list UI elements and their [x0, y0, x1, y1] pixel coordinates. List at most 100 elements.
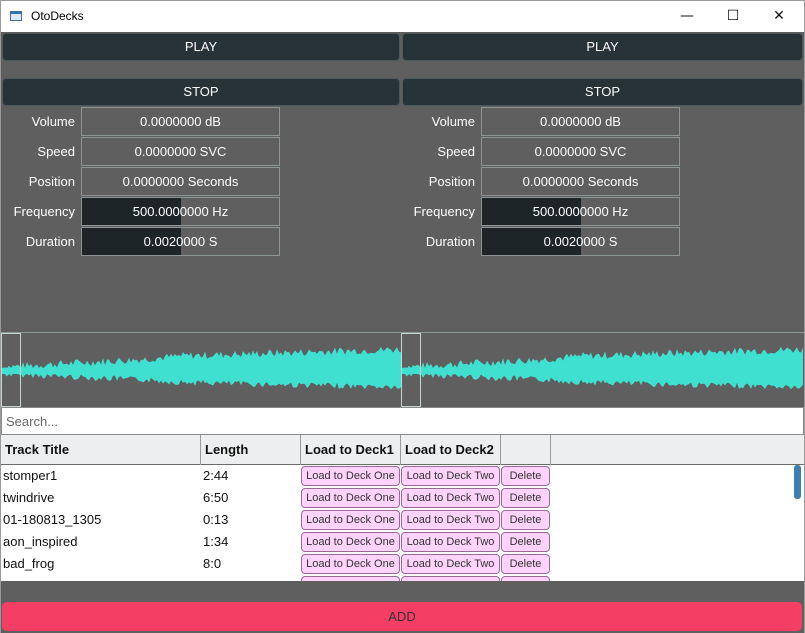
deck-two-frequency-row: Frequency 500.0000000 Hz [401, 197, 681, 227]
delete-button[interactable]: Delete [501, 488, 550, 508]
load-deck-one-button[interactable]: Load to Deck One [301, 532, 400, 552]
frequency-value: 500.0000000 Hz [132, 204, 229, 219]
deck-one-speed-row: Speed 0.0000000 SVC [1, 137, 281, 167]
load-deck-one-button[interactable]: Load to Deck One [301, 466, 400, 486]
track-title: twindrive [3, 490, 55, 505]
deck-one-stop-button[interactable]: STOP [2, 78, 400, 106]
table-scrollbar[interactable] [791, 465, 804, 581]
column-header-length[interactable]: Length [201, 435, 301, 465]
scrollbar-thumb[interactable] [794, 465, 801, 499]
table-row[interactable]: bad_frog 8:0 Load to Deck One Load to De… [1, 553, 791, 575]
speed-value: 0.0000000 SVC [134, 144, 227, 159]
maximize-button[interactable]: ☐ [710, 1, 756, 32]
duration-label: Duration [25, 234, 75, 249]
frequency-value: 500.0000000 Hz [532, 204, 629, 219]
volume-label: Volume [31, 114, 75, 129]
delete-button[interactable]: Delete [501, 532, 550, 552]
app-window: OtoDecks — ☐ ✕ PLAY STOP Volume 0.000000… [0, 0, 805, 633]
load-deck-two-button[interactable]: Load to Deck Two [401, 510, 500, 530]
position-label: Position [28, 174, 75, 189]
delete-button[interactable]: Delete [501, 466, 550, 486]
volume-label: Volume [431, 114, 475, 129]
deck-one-frequency-row: Frequency 500.0000000 Hz [1, 197, 281, 227]
title-bar: OtoDecks — ☐ ✕ [1, 1, 804, 32]
load-deck-two-button[interactable]: Load to Deck Two [401, 532, 500, 552]
duration-value: 0.0020000 S [143, 234, 218, 249]
deck-one-frequency-slider[interactable]: 500.0000000 Hz [81, 197, 280, 226]
column-header-delete[interactable] [501, 435, 551, 465]
delete-button[interactable]: Delete [501, 554, 550, 574]
load-deck-two-button[interactable]: Load to Deck Two [401, 554, 500, 574]
deck-two: PLAY STOP Volume 0.0000000 dB Speed 0.00… [401, 32, 804, 407]
deck-two-duration-row: Duration 0.0020000 S [401, 227, 681, 257]
delete-button[interactable]: Delete [501, 510, 550, 530]
close-button[interactable]: ✕ [756, 1, 802, 32]
frequency-label: Frequency [13, 204, 75, 219]
deck-two-position-row: Position 0.0000000 Seconds [401, 167, 681, 197]
add-button[interactable]: ADD [2, 602, 802, 631]
duration-value: 0.0020000 S [543, 234, 618, 249]
frequency-label: Frequency [413, 204, 475, 219]
deck-one: PLAY STOP Volume 0.0000000 dB Speed 0.00… [1, 32, 401, 407]
table-row[interactable]: aon_inspired 1:34 Load to Deck One Load … [1, 531, 791, 553]
app-icon [10, 11, 22, 21]
deck-one-volume-slider[interactable]: 0.0000000 dB [81, 107, 280, 136]
search-input[interactable] [2, 408, 803, 434]
deck-one-waveform[interactable] [1, 332, 401, 407]
deck-one-position-slider[interactable]: 0.0000000 Seconds [81, 167, 280, 196]
track-title: bad_frog [3, 556, 55, 571]
column-header-load-deck1[interactable]: Load to Deck1 [301, 435, 401, 465]
speed-label: Speed [437, 144, 475, 159]
deck-two-playhead[interactable] [401, 333, 421, 407]
table-row[interactable]: twindrive 6:50 Load to Deck One Load to … [1, 487, 791, 509]
track-title: 01-180813_1305 [3, 512, 102, 527]
position-value: 0.0000000 Seconds [522, 174, 639, 189]
position-label: Position [428, 174, 475, 189]
deck-two-waveform[interactable] [401, 332, 804, 407]
speed-label: Speed [37, 144, 75, 159]
track-length: 2:44 [203, 468, 229, 483]
deck-two-volume-row: Volume 0.0000000 dB [401, 107, 681, 137]
deck-one-speed-slider[interactable]: 0.0000000 SVC [81, 137, 280, 166]
deck-two-speed-slider[interactable]: 0.0000000 SVC [481, 137, 680, 166]
deck-two-play-button[interactable]: PLAY [402, 33, 803, 61]
table-body: stomper1 2:44 Load to Deck One Load to D… [1, 465, 791, 581]
window-title: OtoDecks [31, 9, 84, 23]
column-header-load-deck2[interactable]: Load to Deck2 [401, 435, 501, 465]
load-deck-two-button[interactable]: Load to Deck Two [401, 466, 500, 486]
waveform-graphic [1, 346, 401, 390]
deck-one-duration-slider[interactable]: 0.0020000 S [81, 227, 280, 256]
deck-two-position-slider[interactable]: 0.0000000 Seconds [481, 167, 680, 196]
load-deck-one-button[interactable]: Load to Deck One [301, 488, 400, 508]
deck-one-playhead[interactable] [1, 333, 21, 407]
speed-value: 0.0000000 SVC [534, 144, 627, 159]
deck-one-volume-row: Volume 0.0000000 dB [1, 107, 281, 137]
deck-two-frequency-slider[interactable]: 500.0000000 Hz [481, 197, 680, 226]
deck-one-duration-row: Duration 0.0020000 S [1, 227, 281, 257]
volume-value: 0.0000000 dB [540, 114, 621, 129]
deck-two-stop-button[interactable]: STOP [402, 78, 803, 106]
deck-two-duration-slider[interactable]: 0.0020000 S [481, 227, 680, 256]
volume-value: 0.0000000 dB [140, 114, 221, 129]
deck-two-volume-slider[interactable]: 0.0000000 dB [481, 107, 680, 136]
search-bar [1, 407, 804, 435]
track-title: stomper1 [3, 468, 58, 483]
playlist-table: Track Title Length Load to Deck1 Load to… [1, 435, 804, 581]
add-bar: ADD [1, 581, 804, 633]
table-header: Track Title Length Load to Deck1 Load to… [1, 435, 804, 465]
table-row[interactable]: stomper1 2:44 Load to Deck One Load to D… [1, 465, 791, 487]
column-header-track-title[interactable]: Track Title [1, 435, 201, 465]
track-length: 6:50 [203, 490, 229, 505]
minimize-button[interactable]: — [664, 1, 710, 32]
load-deck-one-button[interactable]: Load to Deck One [301, 510, 400, 530]
load-deck-one-button[interactable]: Load to Deck One [301, 554, 400, 574]
waveform-graphic [401, 346, 803, 390]
deck-one-position-row: Position 0.0000000 Seconds [1, 167, 281, 197]
table-row[interactable]: 01-180813_1305 0:13 Load to Deck One Loa… [1, 509, 791, 531]
track-title: aon_inspired [3, 534, 78, 549]
track-length: 0:13 [203, 512, 229, 527]
position-value: 0.0000000 Seconds [122, 174, 239, 189]
deck-one-play-button[interactable]: PLAY [2, 33, 400, 61]
duration-label: Duration [425, 234, 475, 249]
load-deck-two-button[interactable]: Load to Deck Two [401, 488, 500, 508]
